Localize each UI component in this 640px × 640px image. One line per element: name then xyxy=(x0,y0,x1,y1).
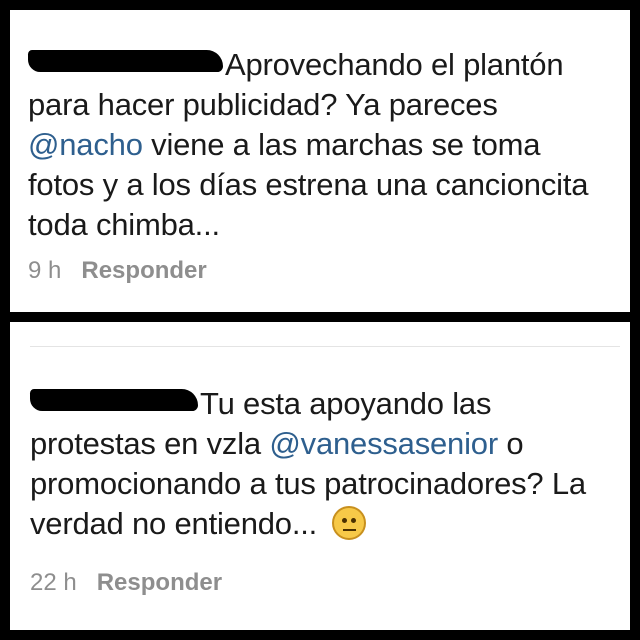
comment-card-1: Aprovechando el plantón para hacer publi… xyxy=(10,10,630,312)
comment-timestamp: 9 h xyxy=(28,257,62,284)
redacted-username[interactable] xyxy=(28,49,223,72)
reply-button[interactable]: Responder xyxy=(81,257,206,285)
comment-meta: 22 h Responder xyxy=(30,569,222,597)
divider xyxy=(30,346,620,347)
comment-timestamp: 22 h xyxy=(30,569,77,596)
mention-link[interactable]: @nacho xyxy=(28,127,143,162)
neutral-face-emoji-icon xyxy=(331,505,366,540)
comment-card-2: Tu esta apoyando las protestas en vzla @… xyxy=(10,322,630,630)
redacted-username[interactable] xyxy=(30,388,198,411)
comment-body: Aprovechando el plantón para hacer publi… xyxy=(28,45,613,245)
mention-link[interactable]: @vanessasenior xyxy=(269,426,498,461)
comment-meta: 9 h Responder xyxy=(28,257,207,285)
reply-button[interactable]: Responder xyxy=(97,569,222,597)
comment-body: Tu esta apoyando las protestas en vzla @… xyxy=(30,384,625,544)
